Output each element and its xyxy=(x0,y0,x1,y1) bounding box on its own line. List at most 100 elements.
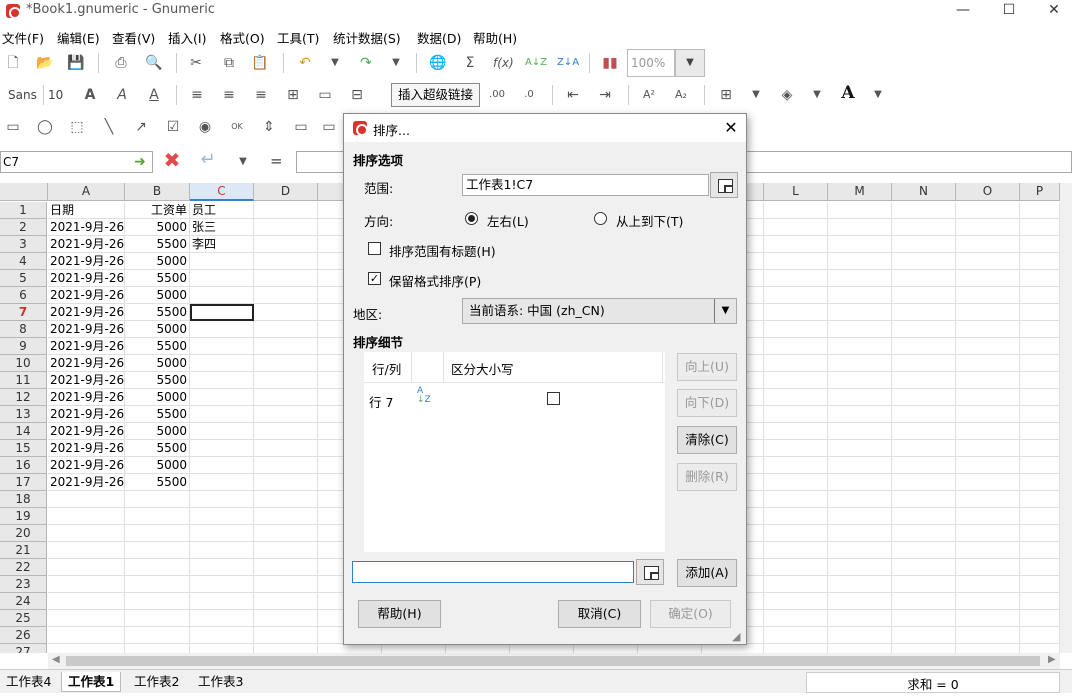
cell-o10[interactable] xyxy=(956,355,1020,372)
cell-j27[interactable] xyxy=(638,644,702,653)
row-header-3[interactable]: 3 xyxy=(0,236,47,253)
cell-n18[interactable] xyxy=(892,491,956,508)
cell-a16[interactable]: 2021-9月-26 xyxy=(48,457,125,474)
cell-l24[interactable] xyxy=(764,593,828,610)
cell-p9[interactable] xyxy=(1020,338,1060,355)
cell-d10[interactable] xyxy=(254,355,318,372)
new-file-icon[interactable]: 🗋 xyxy=(4,54,22,72)
cell-p6[interactable] xyxy=(1020,287,1060,304)
clear-button[interactable]: 清除(C) xyxy=(677,426,737,454)
cell-n3[interactable] xyxy=(892,236,956,253)
column-header-p[interactable]: P xyxy=(1020,183,1060,201)
cell-m10[interactable] xyxy=(828,355,892,372)
cell-a1[interactable]: 日期 xyxy=(48,202,125,219)
keep-format-checkbox[interactable]: ✓ xyxy=(368,272,381,285)
cell-c15[interactable] xyxy=(190,440,254,457)
cell-b7[interactable]: 5500 xyxy=(125,304,190,321)
cell-p19[interactable] xyxy=(1020,508,1060,525)
row-header-8[interactable]: 8 xyxy=(0,321,47,338)
print-preview-icon[interactable]: 🔍 xyxy=(145,54,163,72)
cell-m12[interactable] xyxy=(828,389,892,406)
cell-o26[interactable] xyxy=(956,627,1020,644)
cell-n14[interactable] xyxy=(892,423,956,440)
cell-g27[interactable] xyxy=(446,644,510,653)
column-header-o[interactable]: O xyxy=(956,183,1020,201)
cell-l18[interactable] xyxy=(764,491,828,508)
cell-m19[interactable] xyxy=(828,508,892,525)
cell-d3[interactable] xyxy=(254,236,318,253)
cell-d24[interactable] xyxy=(254,593,318,610)
cell-o8[interactable] xyxy=(956,321,1020,338)
move-down-button[interactable]: 向下(D) xyxy=(677,389,737,417)
cell-l26[interactable] xyxy=(764,627,828,644)
cell-d11[interactable] xyxy=(254,372,318,389)
cell-b1[interactable]: 工资单 xyxy=(125,202,190,219)
cell-l3[interactable] xyxy=(764,236,828,253)
cell-a19[interactable] xyxy=(48,508,125,525)
align-right-icon[interactable]: ≡ xyxy=(252,86,270,104)
menu-file[interactable]: 文件(F) xyxy=(2,28,44,47)
minimize-button[interactable]: — xyxy=(940,0,986,22)
cell-n10[interactable] xyxy=(892,355,956,372)
cell-a9[interactable]: 2021-9月-26 xyxy=(48,338,125,355)
cell-n27[interactable] xyxy=(892,644,956,653)
cell-n8[interactable] xyxy=(892,321,956,338)
cell-b26[interactable] xyxy=(125,627,190,644)
rectangle-tool-icon[interactable]: ▭ xyxy=(4,118,22,136)
row-header-27[interactable]: 27 xyxy=(0,644,47,653)
select-all-corner[interactable] xyxy=(0,183,48,201)
cell-b5[interactable]: 5500 xyxy=(125,270,190,287)
cell-l9[interactable] xyxy=(764,338,828,355)
function-icon[interactable]: f(x) xyxy=(493,54,514,72)
cell-n5[interactable] xyxy=(892,270,956,287)
cell-l2[interactable] xyxy=(764,219,828,236)
menu-view[interactable]: 查看(V) xyxy=(112,28,155,47)
cell-c9[interactable] xyxy=(190,338,254,355)
cell-m24[interactable] xyxy=(828,593,892,610)
cell-m16[interactable] xyxy=(828,457,892,474)
hyperlink-icon[interactable]: 🌐 xyxy=(429,54,447,72)
cell-p5[interactable] xyxy=(1020,270,1060,287)
cell-m22[interactable] xyxy=(828,559,892,576)
cell-b23[interactable] xyxy=(125,576,190,593)
sort-ascending-icon[interactable]: A↓Z xyxy=(417,387,431,405)
cell-m18[interactable] xyxy=(828,491,892,508)
decrease-decimal-icon[interactable]: .0 xyxy=(520,86,538,104)
cell-l11[interactable] xyxy=(764,372,828,389)
row-header-15[interactable]: 15 xyxy=(0,440,47,457)
cell-m25[interactable] xyxy=(828,610,892,627)
cell-o14[interactable] xyxy=(956,423,1020,440)
cell-d18[interactable] xyxy=(254,491,318,508)
cell-b24[interactable] xyxy=(125,593,190,610)
cell-h27[interactable] xyxy=(510,644,574,653)
cell-l17[interactable] xyxy=(764,474,828,491)
cell-b21[interactable] xyxy=(125,542,190,559)
cell-p18[interactable] xyxy=(1020,491,1060,508)
cell-d20[interactable] xyxy=(254,525,318,542)
cell-n13[interactable] xyxy=(892,406,956,423)
cell-o23[interactable] xyxy=(956,576,1020,593)
cell-b10[interactable]: 5000 xyxy=(125,355,190,372)
move-up-button[interactable]: 向上(U) xyxy=(677,353,737,381)
cell-n23[interactable] xyxy=(892,576,956,593)
cell-o4[interactable] xyxy=(956,253,1020,270)
cell-m15[interactable] xyxy=(828,440,892,457)
add-button[interactable]: 添加(A) xyxy=(677,559,737,587)
cell-p16[interactable] xyxy=(1020,457,1060,474)
font-color-icon[interactable]: A xyxy=(839,84,857,102)
cell-o16[interactable] xyxy=(956,457,1020,474)
font-size-field[interactable]: 10 xyxy=(48,88,63,102)
row-header-24[interactable]: 24 xyxy=(0,593,47,610)
cell-m5[interactable] xyxy=(828,270,892,287)
cell-b3[interactable]: 5500 xyxy=(125,236,190,253)
paste-icon[interactable]: 📋 xyxy=(251,54,269,72)
row-header-4[interactable]: 4 xyxy=(0,253,47,270)
cell-p20[interactable] xyxy=(1020,525,1060,542)
maximize-button[interactable]: ☐ xyxy=(986,0,1032,22)
cell-m23[interactable] xyxy=(828,576,892,593)
button-tool-icon[interactable]: OK xyxy=(228,118,246,136)
cell-d17[interactable] xyxy=(254,474,318,491)
cell-o19[interactable] xyxy=(956,508,1020,525)
cell-d25[interactable] xyxy=(254,610,318,627)
cell-n1[interactable] xyxy=(892,202,956,219)
